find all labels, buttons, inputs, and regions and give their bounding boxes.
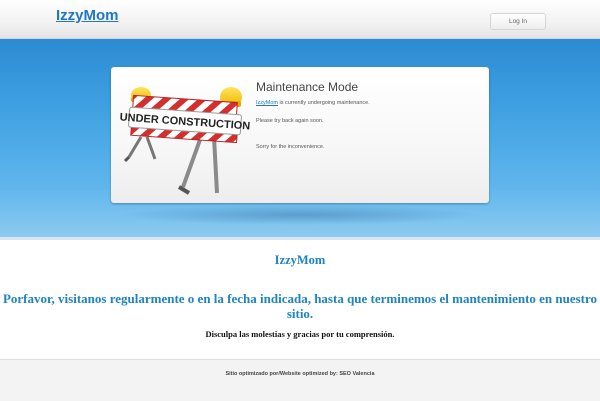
- top-bar: IzzyMom Log In: [0, 0, 600, 39]
- apology-message: Disculpa las molestias y gracias por tu …: [205, 329, 395, 339]
- site-link[interactable]: IzzyMom: [256, 100, 278, 106]
- card-shadow: [120, 205, 480, 225]
- card-title: Maintenance Mode: [256, 80, 359, 94]
- site-logo-link[interactable]: IzzyMom: [56, 7, 119, 24]
- card-apology-line: Sorry for the inconvenience.: [256, 144, 325, 150]
- footer-credit: Sitio optimizado por/Website optimized b…: [225, 371, 375, 377]
- maintenance-message: Porfavor, visitanos regularmente o en la…: [2, 291, 598, 321]
- card-status-line: IzzyMom is currently undergoing maintena…: [256, 100, 370, 106]
- card-retry-line: Please try back again soon.: [256, 118, 324, 124]
- under-construction-sign-icon: UNDER CONSTRUCTION: [119, 87, 251, 195]
- login-button[interactable]: Log In: [490, 13, 546, 30]
- maintenance-card: UNDER CONSTRUCTION Maintenance Mode Izzy…: [111, 67, 489, 203]
- site-name-heading: IzzyMom: [274, 253, 326, 267]
- footer: Sitio optimizado por/Website optimized b…: [0, 359, 600, 401]
